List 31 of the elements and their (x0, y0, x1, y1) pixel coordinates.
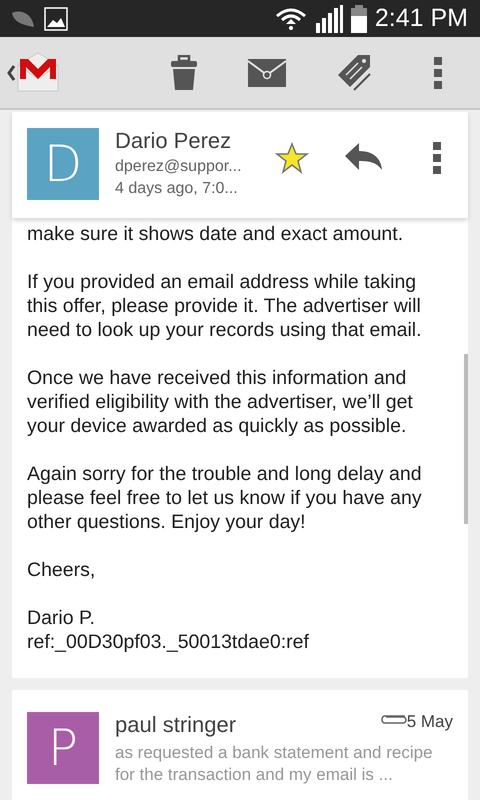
message-snippet: as requested a bank statement and recipe for the transaction and my email is ... (115, 742, 434, 786)
sender-avatar: D (27, 128, 99, 200)
star-icon[interactable] (275, 142, 309, 174)
message-paragraph: make sure it shows date and exact amount. (27, 222, 404, 246)
more-icon[interactable] (433, 142, 441, 174)
back-button[interactable] (6, 50, 60, 94)
message-date: 4 days ago, 7:0... (115, 180, 239, 198)
mail-logo (16, 50, 60, 94)
message-paragraph: Once we have received this information and verified eligibility with the advertiser, we’ll get your device awarded as quickly as possible. (27, 366, 414, 438)
more-icon[interactable] (434, 56, 442, 88)
message-paragraph: Again sorry for the trouble and long delay and please feel free to let us know if you have any other questions. Enjoy your day! (27, 462, 423, 534)
chevron-icon (6, 62, 16, 82)
envelope-icon[interactable] (248, 58, 286, 86)
message-date: 5 May (406, 712, 453, 732)
signature-line: Dario P. (27, 606, 96, 630)
sender-name: paul stringer (115, 712, 238, 738)
signature-line: ref:_00D30pf03._50013tdae0:ref (27, 630, 310, 654)
image-icon (44, 6, 68, 30)
message-card[interactable]: P paul stringer 5 May as requested a bank statement and recipe for the transaction and my email is ... (12, 690, 468, 800)
clock-time: 2:41 PM (374, 4, 468, 33)
sender-email: dperez@suppor... (115, 158, 243, 176)
trash-icon[interactable] (170, 54, 198, 90)
wifi-icon (274, 6, 307, 30)
battery-icon (350, 4, 367, 32)
sender-name: Dario Perez (115, 128, 232, 154)
message-paragraph: If you provided an email address while taking this offer, please provide it. The advertiser will need to look up your records using that email. (27, 270, 423, 342)
signal-icon (314, 4, 343, 32)
message-paragraph: Cheers, (27, 558, 96, 582)
tag-icon[interactable] (336, 54, 372, 92)
leaf-icon (10, 8, 36, 28)
sender-avatar: P (27, 712, 99, 784)
